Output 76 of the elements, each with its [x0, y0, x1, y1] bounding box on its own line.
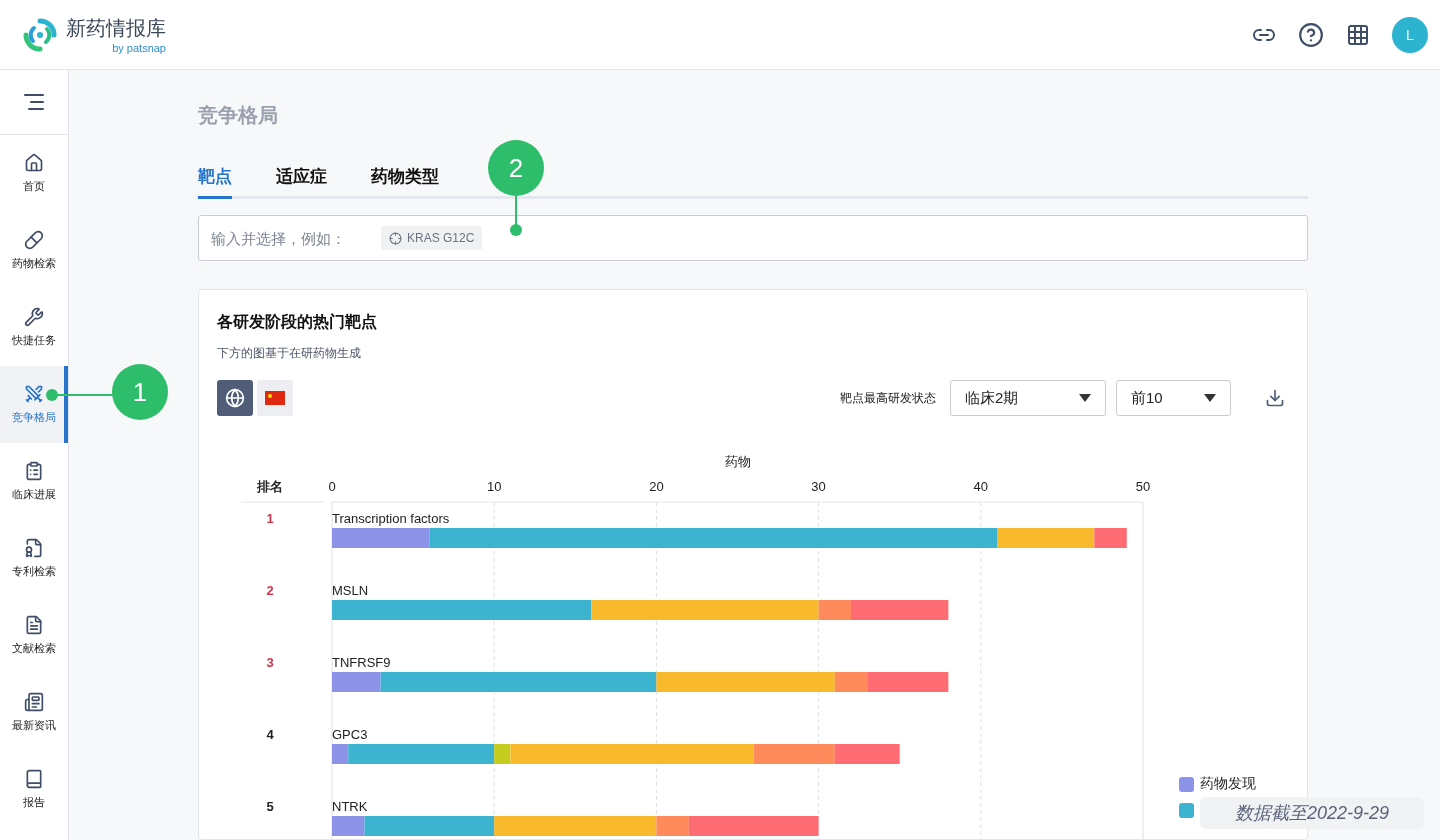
sidebar-item-label: 首页 — [23, 179, 45, 194]
example-chip[interactable]: KRAS G12C — [381, 226, 483, 250]
sidebar-item-label: 药物检索 — [12, 256, 56, 271]
legend-label: 药物发现 — [1200, 775, 1256, 791]
sidebar-item-icon — [24, 153, 44, 173]
data-date-badge: 数据截至2022-9-29 — [1200, 797, 1424, 829]
app-byline: by patsnap — [112, 42, 166, 54]
sidebar-item[interactable]: 快捷任务 — [0, 289, 68, 366]
sidebar-item-icon — [24, 461, 44, 481]
sidebar-item[interactable]: 药物检索 — [0, 212, 68, 289]
caret-icon — [1204, 394, 1216, 402]
card-title: 各研发阶段的热门靶点 — [217, 312, 378, 332]
sidebar-item-label: 临床进展 — [12, 487, 56, 502]
flag-button[interactable] — [257, 380, 293, 416]
sidebar-item[interactable]: 专利检索 — [0, 520, 68, 597]
sidebar-item-label: 文献检索 — [12, 641, 56, 656]
card-subtitle: 下方的图基于在研药物生成 — [217, 345, 362, 362]
sidebar-item[interactable]: 报告 — [0, 751, 68, 828]
rank-number: 5 — [266, 799, 274, 814]
filter-label: 靶点最高研发状态 — [840, 389, 936, 407]
rank-number: 4 — [266, 727, 274, 742]
sidebar-item-icon — [24, 615, 44, 635]
category-label: MSLN — [332, 583, 369, 598]
legend-swatch — [1179, 803, 1194, 818]
legend-swatch — [1179, 777, 1194, 792]
sidebar-item-icon — [24, 538, 44, 558]
tab[interactable]: 适应症 — [276, 165, 327, 199]
tick-label: 20 — [649, 479, 664, 494]
rank-number: 1 — [266, 511, 274, 526]
sidebar-item-label: 最新资讯 — [12, 718, 56, 733]
pointer-line — [510, 196, 522, 236]
tab[interactable]: 药物类型 — [371, 165, 439, 199]
category-label: TNFRSF9 — [332, 655, 391, 670]
rank-number: 2 — [266, 583, 274, 598]
rank-number: 3 — [266, 655, 274, 670]
flag-icon — [265, 391, 285, 405]
tick-label: 30 — [811, 479, 826, 494]
phase-select[interactable]: 临床2期 — [950, 380, 1106, 416]
sidebar-item-label: 快捷任务 — [12, 333, 56, 348]
sidebar-item-icon — [24, 307, 44, 327]
step-badge: 1 — [112, 364, 168, 420]
sidebar-item-icon — [24, 692, 44, 712]
sidebar-item[interactable]: 文献检索 — [0, 597, 68, 674]
step-badge: 2 — [488, 140, 544, 196]
globe-icon — [225, 388, 245, 408]
sidebar-item-icon — [24, 384, 44, 404]
help-icon[interactable] — [1298, 21, 1324, 48]
page-title: 竞争格局 — [198, 103, 279, 128]
axis-title: 药物 — [724, 454, 751, 469]
top-n-select[interactable]: 前10 — [1116, 380, 1231, 416]
sidebar-item-label: 报告 — [23, 795, 45, 810]
sidebar-item[interactable]: 临床进展 — [0, 443, 68, 520]
sidebar-item-label: 专利检索 — [12, 564, 56, 579]
category-label: GPC3 — [332, 727, 368, 742]
globe-button[interactable] — [217, 380, 253, 416]
sidebar-item[interactable]: 竞争格局 — [0, 366, 68, 443]
apps-grid-icon[interactable] — [1346, 22, 1370, 47]
bar-segment — [834, 744, 900, 764]
sidebar-item[interactable]: 最新资讯 — [0, 674, 68, 751]
tick-label: 10 — [486, 479, 502, 494]
sidebar-item-icon — [24, 230, 44, 250]
app-title: 新药情报库 — [66, 16, 166, 41]
sidebar-item-icon — [24, 769, 44, 789]
category-label: Transcription factors — [332, 511, 450, 526]
tick-label: 50 — [1135, 479, 1151, 494]
category-label: NTRK — [332, 799, 368, 814]
rank-header: 排名 — [257, 479, 283, 494]
tick-label: 40 — [973, 479, 989, 494]
logo-icon — [22, 16, 58, 53]
tick-label: 0 — [328, 479, 336, 494]
sidebar-item-label: 竞争格局 — [12, 410, 56, 425]
search-field[interactable]: 输入并选择，例如： KRAS G12C — [198, 215, 1308, 261]
target-icon — [389, 231, 402, 245]
tab[interactable]: 靶点 — [198, 165, 232, 199]
sidebar-item[interactable]: 首页 — [0, 135, 68, 212]
caret-icon — [1079, 394, 1091, 402]
